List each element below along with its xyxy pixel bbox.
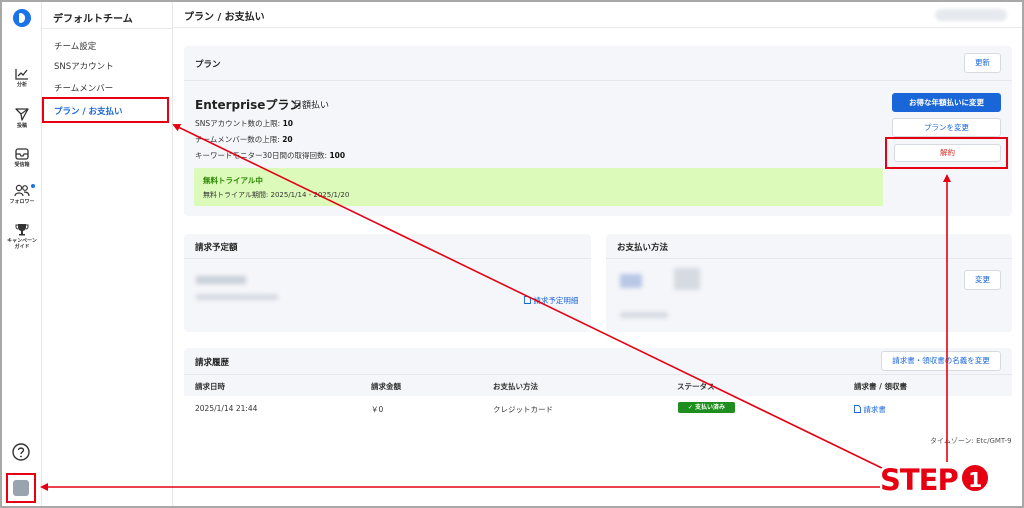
rail-item-label: 分析 <box>16 82 27 88</box>
billing-detail-link[interactable]: 請求予定明細 <box>524 295 578 306</box>
divider <box>184 80 1012 81</box>
divider <box>606 258 1012 259</box>
row-amount: ￥0 <box>371 405 384 414</box>
change-payment-button[interactable]: 変更 <box>964 270 1001 290</box>
users-icon <box>14 184 30 197</box>
sidebar-item-team-members[interactable]: チームメンバー <box>54 82 113 94</box>
billing-estimate-title: 請求予定額 <box>195 243 238 253</box>
blurred-card-expiry <box>620 312 668 318</box>
blurred-card-number <box>674 268 700 290</box>
column-header-method: お支払い方法 <box>493 382 538 391</box>
divider <box>184 374 1012 375</box>
rail-item-label: 投稿 <box>16 123 27 129</box>
column-header-invoice: 請求書 / 領収書 <box>854 382 907 391</box>
status-badge: ✓ 支払い済み <box>678 402 735 413</box>
cancel-highlight: 解約 <box>885 137 1008 169</box>
sidebar-item-team-settings[interactable]: チーム設定 <box>54 40 96 52</box>
help-icon[interactable] <box>12 443 30 461</box>
settings-sidebar: デフォルトチーム チーム設定 SNSアカウント チームメンバー プラン / お支… <box>42 2 173 506</box>
chart-line-icon <box>15 69 28 80</box>
billing-cycle: 月額払い <box>293 101 330 111</box>
page-title: プラン / お支払い <box>184 12 265 23</box>
sidebar-item-sns-accounts[interactable]: SNSアカウント <box>54 60 114 72</box>
rail-item-label: フォロワー <box>9 199 35 205</box>
sidebar-item-plan-billing[interactable]: プラン / お支払い <box>42 97 169 123</box>
column-header-amount: 請求金額 <box>371 382 401 391</box>
payment-method-title: お支払い方法 <box>617 243 669 253</box>
team-name: デフォルトチーム <box>53 14 133 25</box>
rail-item-post[interactable]: 投稿 <box>2 108 42 129</box>
notification-badge <box>31 184 35 188</box>
divider <box>184 258 591 259</box>
rail-item-inbox[interactable]: 受信箱 <box>2 148 42 168</box>
update-button[interactable]: 更新 <box>964 53 1001 73</box>
app-logo-icon[interactable] <box>13 9 31 27</box>
blurred-user-info <box>935 9 1007 21</box>
rail-item-label: 受信箱 <box>14 162 30 168</box>
plan-card-title: プラン <box>195 60 221 70</box>
rail-item-followers[interactable]: フォロワー <box>2 184 42 205</box>
trial-period: 無料トライアル期間: 2025/1/14 - 2025/1/20 <box>203 191 350 199</box>
plan-card: プラン 更新 Enterpriseプラン 月額払い SNSアカウント数の上限: … <box>184 46 1012 216</box>
blurred-period <box>196 294 278 300</box>
row-method: クレジットカード <box>493 405 553 414</box>
inbox-icon <box>15 148 29 160</box>
avatar <box>13 480 29 496</box>
change-invoice-name-button[interactable]: 請求書・領収書の名義を変更 <box>881 351 1001 371</box>
limit-team-members: チームメンバー数の上限: 20 <box>195 135 293 144</box>
rail-item-label-line2: ガイド <box>14 244 30 250</box>
trophy-icon <box>15 224 29 236</box>
rail-item-campaign-guide[interactable]: キャンペーン ガイド <box>2 223 42 250</box>
switch-to-annual-button[interactable]: お得な年額払いに変更 <box>892 93 1001 112</box>
send-icon <box>15 108 29 121</box>
billing-estimate-card: 請求予定額 請求予定明細 <box>184 234 591 332</box>
document-icon <box>854 405 861 413</box>
divider <box>42 28 173 29</box>
limit-sns-accounts: SNSアカウント数の上限: 10 <box>195 119 293 128</box>
document-icon <box>524 296 531 304</box>
payment-method-card: お支払い方法 変更 <box>606 234 1012 332</box>
trial-notice: 無料トライアル中 無料トライアル期間: 2025/1/14 - 2025/1/2… <box>194 168 883 206</box>
trial-title: 無料トライアル中 <box>203 176 263 185</box>
table-row <box>184 396 1012 420</box>
billing-history-card: 請求履歴 請求書・領収書の名義を変更 請求日時 請求金額 お支払い方法 ステータ… <box>184 348 1012 420</box>
divider <box>174 27 1022 28</box>
blurred-card-logo <box>620 274 642 288</box>
column-header-status: ステータス <box>677 382 715 391</box>
cancel-subscription-button[interactable]: 解約 <box>894 144 1001 162</box>
change-plan-button[interactable]: プランを変更 <box>892 118 1001 137</box>
blurred-amount <box>196 276 246 284</box>
invoice-link[interactable]: 請求書 <box>854 404 886 415</box>
timezone-label: タイムゾーン: Etc/GMT-9 <box>930 437 1012 445</box>
sidebar-item-label: プラン / お支払い <box>54 107 123 117</box>
step-number: 1 <box>959 463 990 493</box>
row-date: 2025/1/14 21:44 <box>195 404 258 413</box>
rail-item-analytics[interactable]: 分析 <box>2 68 42 88</box>
billing-history-title: 請求履歴 <box>195 358 230 368</box>
account-menu-button[interactable] <box>6 473 36 503</box>
column-header-date: 請求日時 <box>195 382 225 391</box>
step-annotation: STEP 1 <box>880 463 990 497</box>
limit-keyword-monitor: キーワードモニター30日間の取得回数: 100 <box>195 151 346 160</box>
plan-name: Enterpriseプラン <box>195 98 302 112</box>
icon-rail: 分析 投稿 受信箱 フォロワー キャンペーン ガイド <box>2 2 42 506</box>
